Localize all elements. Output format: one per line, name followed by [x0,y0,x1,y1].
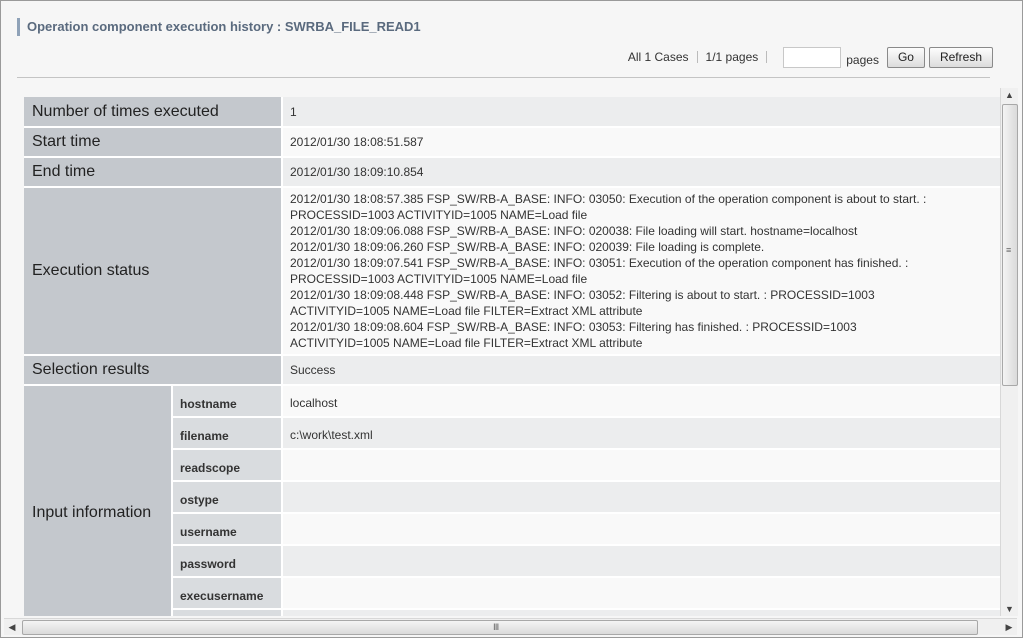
param-value [282,513,1000,546]
log-line: 2012/01/30 18:09:08.604 FSP_SW/RB-A_BASE… [290,320,857,334]
log-line: ACTIVITYID=1005 NAME=Load file FILTER=Ex… [290,304,643,318]
table-row: Start time 2012/01/30 18:08:51.587 [24,127,1000,158]
page-info-label: 1/1 pages [705,50,759,64]
param-name: ostype [172,481,283,514]
param-value [282,545,1000,578]
table-row: Execution status 2012/01/30 18:08:57.385… [24,187,1000,356]
table-row: End time 2012/01/30 18:09:10.854 [24,157,1000,188]
pager-bar: All 1 Cases 1/1 pages pages Go Refresh [628,46,993,68]
param-value: localhost [282,385,1000,418]
param-name: filename [172,417,283,450]
param-name: password [172,545,283,578]
scroll-right-icon[interactable]: ▶ [1001,619,1017,635]
log-line: 2012/01/30 18:09:07.541 FSP_SW/RB-A_BASE… [290,256,909,270]
grip-icon: ≡ [1006,245,1012,255]
param-name: readscope [172,449,283,482]
scroll-down-icon[interactable]: ▼ [1001,602,1018,616]
param-value [282,577,1000,610]
vertical-scroll-thumb[interactable]: ≡ [1002,104,1018,386]
start-time-value: 2012/01/30 18:08:51.587 [282,127,1000,158]
vertical-scrollbar[interactable]: ▲ ≡ ▼ [1000,88,1018,616]
pager-separator [766,51,768,63]
log-line: PROCESSID=1003 ACTIVITYID=1005 NAME=Load… [290,272,588,286]
selection-results-label: Selection results [24,355,283,386]
horizontal-scroll-thumb[interactable]: Ⅲ [22,620,978,635]
execution-status-value: 2012/01/30 18:08:57.385 FSP_SW/RB-A_BASE… [282,187,1000,356]
scroll-left-icon[interactable]: ◀ [4,619,20,635]
go-button[interactable]: Go [886,46,925,68]
param-name: execpassword [172,609,283,616]
table-row: Input information hostname localhost [24,385,1000,616]
scroll-up-icon[interactable]: ▲ [1001,88,1018,102]
pages-label: pages [846,53,879,67]
refresh-button[interactable]: Refresh [928,46,993,68]
page-number-input[interactable] [783,46,842,68]
input-information-label: Input information [24,385,173,616]
log-line: 2012/01/30 18:08:57.385 FSP_SW/RB-A_BASE… [290,192,927,206]
param-name: username [172,513,283,546]
start-time-label: Start time [24,127,283,158]
execution-status-label: Execution status [24,187,283,356]
details-scroll-area: Number of times executed 1 Start time 20… [24,97,1000,616]
param-value: c:\work\test.xml [282,417,1000,450]
execution-details-table: Number of times executed 1 Start time 20… [24,97,1000,616]
total-cases-label: All 1 Cases [627,50,689,64]
log-line: ACTIVITYID=1005 NAME=Load file FILTER=Ex… [290,336,643,350]
table-row: Selection results Success [24,355,1000,386]
log-line: PROCESSID=1003 ACTIVITYID=1005 NAME=Load… [290,208,588,222]
log-line: 2012/01/30 18:09:06.260 FSP_SW/RB-A_BASE… [290,240,765,254]
param-value [282,481,1000,514]
horizontal-scrollbar[interactable]: ◀ Ⅲ ▶ [4,618,1017,635]
param-value [282,609,1000,616]
end-time-value: 2012/01/30 18:09:10.854 [282,157,1000,188]
times-executed-label: Number of times executed [24,97,283,128]
log-line: 2012/01/30 18:09:06.088 FSP_SW/RB-A_BASE… [290,224,858,238]
param-name: hostname [172,385,283,418]
end-time-label: End time [24,157,283,188]
pager-separator [696,51,698,63]
grip-icon: Ⅲ [493,622,500,632]
param-name: execusername [172,577,283,610]
selection-results-value: Success [282,355,1000,386]
times-executed-value: 1 [282,97,1000,128]
param-value [282,449,1000,482]
header-divider [17,77,990,78]
table-row: Number of times executed 1 [24,97,1000,128]
page-title: Operation component execution history : … [17,18,421,36]
log-line: 2012/01/30 18:09:08.448 FSP_SW/RB-A_BASE… [290,288,875,302]
